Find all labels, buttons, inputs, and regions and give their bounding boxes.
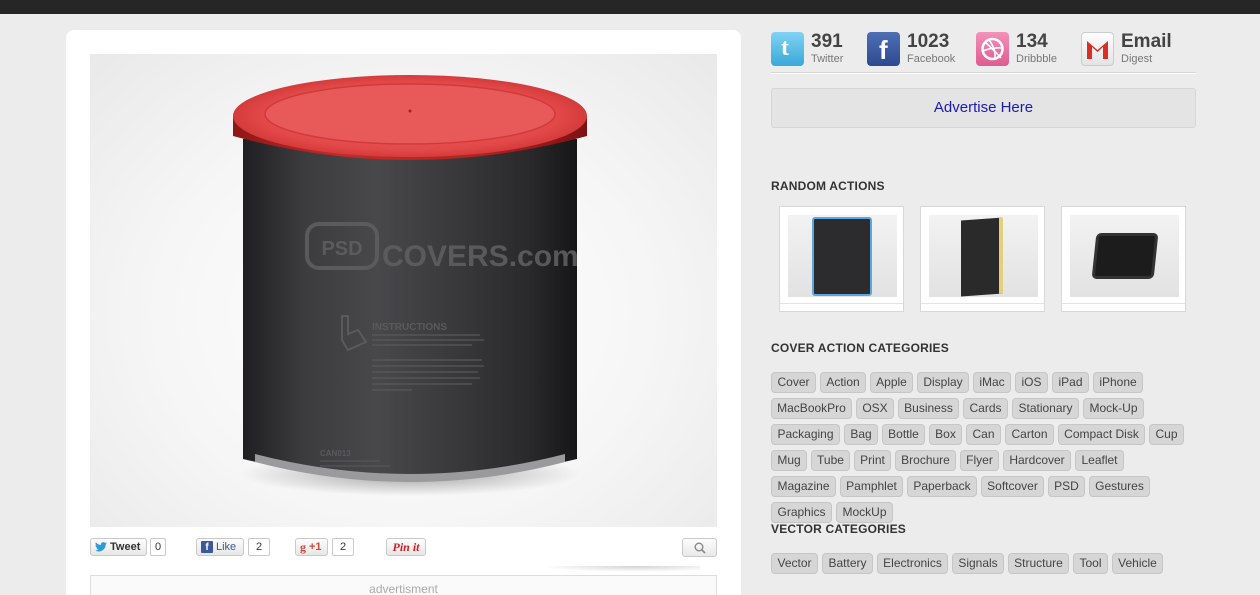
twitter-icon: t (771, 32, 804, 66)
thumb-bluray-case[interactable] (779, 206, 904, 312)
category-tag[interactable]: Signals (952, 553, 1004, 574)
cover-categories-title: COVER ACTION CATEGORIES (771, 341, 949, 355)
paint-can-mockup: PSD COVERS.com INSTRUCTIONS CAN013 (233, 75, 587, 496)
category-tag[interactable]: Paperback (907, 476, 977, 497)
category-tag[interactable]: Battery (822, 553, 873, 574)
category-tag[interactable]: Electronics (877, 553, 948, 574)
google-g-icon: g (300, 539, 306, 554)
ipad-thumb (1070, 215, 1179, 297)
category-tag[interactable]: Hardcover (1003, 450, 1071, 471)
vector-categories-title: VECTOR CATEGORIES (771, 522, 906, 536)
category-tag[interactable]: iPhone (1093, 372, 1143, 393)
category-tag[interactable]: Bottle (882, 424, 925, 445)
category-tag[interactable]: Cards (963, 398, 1008, 419)
category-tag[interactable]: Business (898, 398, 959, 419)
social-dribbble[interactable]: 134 Dribbble (976, 32, 1057, 68)
facebook-f-icon: f (201, 541, 213, 553)
advert-label: advertisment (369, 582, 438, 595)
category-tag[interactable]: Print (854, 450, 891, 471)
share-bar: Tweet 0 f Like 2 g +1 2 Pin it (90, 537, 717, 559)
plusone-count: 2 (332, 538, 354, 556)
book-thumb (929, 215, 1038, 297)
category-tag[interactable]: Leaflet (1075, 450, 1124, 471)
category-tag[interactable]: Mug (771, 450, 807, 471)
category-tag[interactable]: Vector (771, 553, 818, 574)
category-tag[interactable]: Tube (811, 450, 850, 471)
plusone-label: +1 (309, 541, 322, 553)
category-tag[interactable]: PSD (1048, 476, 1085, 497)
category-tag[interactable]: Softcover (981, 476, 1044, 497)
category-tag[interactable]: Flyer (960, 450, 999, 471)
email-label: Email (1121, 31, 1172, 52)
category-tag[interactable]: Magazine (771, 476, 836, 497)
advertise-here-link[interactable]: Advertise Here (771, 88, 1196, 128)
social-email[interactable]: Email Digest (1081, 32, 1172, 68)
twitter-label: Twitter (811, 53, 844, 65)
category-tag[interactable]: iMac (973, 372, 1011, 393)
category-tag[interactable]: OSX (856, 398, 894, 419)
random-actions-title: RANDOM ACTIONS (771, 179, 885, 193)
zoom-button[interactable] (682, 538, 717, 557)
category-tag[interactable]: Pamphlet (840, 476, 903, 497)
category-tag[interactable]: Packaging (771, 424, 840, 445)
tweet-label: Tweet (110, 541, 141, 553)
pinit-label: Pin it (392, 539, 420, 554)
category-tag[interactable]: Can (966, 424, 1001, 445)
pinit-button[interactable]: Pin it (386, 538, 426, 556)
google-plusone-button[interactable]: g +1 (295, 538, 328, 556)
facebook-label: Facebook (907, 53, 956, 65)
facebook-count: 1023 (907, 31, 950, 52)
category-tag[interactable]: Box (929, 424, 962, 445)
category-tag[interactable]: Mock-Up (1083, 398, 1144, 419)
thumb-book[interactable] (920, 206, 1045, 312)
like-label: Like (216, 541, 237, 553)
instructions-title: INSTRUCTIONS (372, 322, 447, 333)
category-tag[interactable]: Gestures (1089, 476, 1150, 497)
magnifier-icon (694, 542, 706, 554)
category-tag[interactable]: Carton (1005, 424, 1054, 445)
brand-badge: PSD (321, 238, 362, 260)
product-image[interactable]: PSD COVERS.com INSTRUCTIONS CAN013 (90, 54, 717, 527)
like-count: 2 (248, 538, 270, 556)
tweet-button[interactable]: Tweet (90, 538, 147, 556)
category-tag[interactable]: Apple (870, 372, 913, 393)
gmail-icon (1081, 32, 1114, 66)
twitter-bird-icon (95, 542, 107, 552)
top-bar (0, 0, 1260, 14)
dribbble-count: 134 (1016, 31, 1048, 52)
category-tag[interactable]: MockUp (836, 502, 893, 523)
facebook-like-button[interactable]: f Like (196, 538, 244, 556)
tweet-count: 0 (150, 538, 166, 556)
category-tag[interactable]: Cover (771, 372, 816, 393)
category-tag[interactable]: iPad (1052, 372, 1089, 393)
category-tag[interactable]: Action (820, 372, 866, 393)
product-code: CAN013 (320, 449, 351, 458)
category-tag[interactable]: Cup (1149, 424, 1184, 445)
advert-box: advertisment (90, 575, 717, 595)
category-tag[interactable]: Tool (1073, 553, 1108, 574)
twitter-count: 391 (811, 31, 843, 52)
category-tag[interactable]: Compact Disk (1058, 424, 1145, 445)
bluray-case-thumb (788, 215, 897, 297)
category-tag[interactable]: Vehicle (1112, 553, 1163, 574)
category-tag[interactable]: Brochure (895, 450, 956, 471)
social-twitter[interactable]: t 391 Twitter (771, 32, 843, 68)
brand-text: COVERS.com (382, 240, 579, 273)
category-tag[interactable]: Display (917, 372, 969, 393)
category-tag[interactable]: Bag (844, 424, 878, 445)
category-tag[interactable]: Stationary (1012, 398, 1079, 419)
social-facebook[interactable]: f 1023 Facebook (867, 32, 955, 68)
category-tag[interactable]: Structure (1008, 553, 1069, 574)
dribbble-icon (976, 32, 1009, 66)
email-digest-label: Digest (1121, 53, 1153, 65)
sidebar-divider (771, 72, 1196, 74)
thumb-ipad[interactable] (1061, 206, 1186, 312)
facebook-icon: f (867, 32, 900, 66)
dribbble-label: Dribbble (1016, 53, 1057, 65)
decorative-shadow (540, 566, 700, 572)
category-tag[interactable]: Graphics (771, 502, 832, 523)
category-tag[interactable]: MacBookPro (771, 398, 852, 419)
category-tag[interactable]: iOS (1015, 372, 1048, 393)
